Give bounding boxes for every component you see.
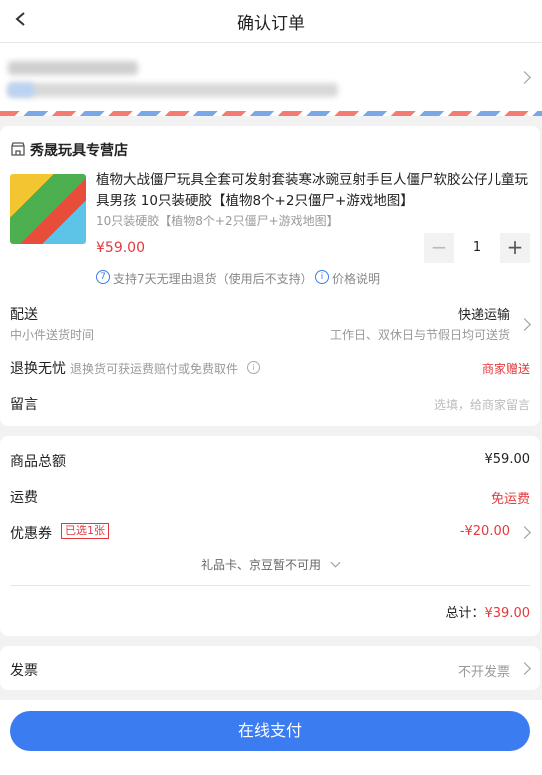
coupon-label: 优惠券 (10, 526, 52, 542)
address-blur-tag (8, 83, 34, 97)
address-blur-name (8, 61, 138, 75)
total-row: 总计：¥39.00 (445, 602, 530, 621)
product-image[interactable] (10, 174, 86, 244)
return-policy-text: 支持7天无理由退货（使用后不支持） (113, 272, 313, 286)
delivery-sub-left: 中小件送货时间 (10, 328, 95, 342)
return-label: 退换无忧 (10, 361, 66, 377)
chevron-right-icon (518, 526, 531, 539)
price-note-link[interactable]: 价格说明 (332, 270, 380, 287)
total-value: ¥39.00 (484, 606, 531, 621)
address-blur-detail (8, 83, 338, 97)
invoice-card[interactable]: 发票 不开发票 (0, 646, 540, 690)
delivery-row[interactable]: 配送 快递运输 中小件送货时间 工作日、双休日与节假日均可送货 (0, 300, 540, 346)
delivery-label: 配送 (10, 307, 38, 323)
top-bar: 确认订单 (0, 0, 542, 43)
quantity-stepper: − 1 + (424, 233, 530, 263)
return-row[interactable]: 退换无忧 退换货可获运费赔付或免费取件 i 商家赠送 (0, 356, 540, 380)
decrease-button[interactable]: − (424, 233, 454, 263)
message-input[interactable]: 选填，给商家留言 (434, 396, 530, 413)
return-desc: 退换货可获运费赔付或免费取件 (70, 362, 239, 376)
chevron-down-icon (330, 557, 341, 568)
goods-total-label: 商品总额 (10, 454, 66, 470)
info-icon: i (247, 361, 260, 374)
message-row[interactable]: 留言 选填，给商家留言 (0, 390, 540, 416)
chevron-right-icon (518, 662, 531, 675)
info-icon: i (315, 270, 329, 284)
giftcard-row[interactable]: 礼品卡、京豆暂不可用 (0, 554, 540, 574)
page-title: 确认订单 (237, 14, 305, 34)
freight-value: 免运费 (490, 492, 530, 507)
coupon-tag: 已选1张 (61, 523, 109, 539)
freight-label: 运费 (10, 490, 38, 506)
goods-total-value: ¥59.00 (484, 452, 531, 467)
shop-name[interactable]: 秀晟玩具专营店 (30, 140, 128, 160)
product-card: 秀晟玩具专营店 植物大战僵尸玩具全套可发射套装寒冰豌豆射手巨人僵尸软胶公仔儿童玩… (0, 126, 540, 426)
return-policy-icon: 7 (96, 270, 110, 284)
invoice-value: 不开发票 (457, 665, 510, 680)
store-icon (11, 142, 25, 156)
delivery-sub-right: 工作日、双休日与节假日均可送货 (329, 328, 510, 342)
coupon-row[interactable]: 优惠券 已选1张 -¥20.00 (0, 520, 540, 544)
product-title[interactable]: 植物大战僵尸玩具全套可发射套装寒冰豌豆射手巨人僵尸软胶公仔儿童玩具男孩 10只装… (96, 170, 532, 212)
increase-button[interactable]: + (500, 233, 530, 263)
pay-button[interactable]: 在线支付 (10, 711, 530, 751)
envelope-stripe (0, 111, 542, 116)
invoice-label: 发票 (10, 663, 38, 679)
message-label: 留言 (10, 397, 38, 413)
giftcard-text: 礼品卡、京豆暂不可用 (200, 558, 321, 572)
return-badge: 商家赠送 (481, 362, 530, 376)
product-spec: 10只装硬胶【植物8个+2只僵尸+游戏地图】 (96, 214, 339, 228)
total-label: 总计： (445, 606, 485, 621)
address-section[interactable] (0, 43, 542, 113)
quantity-value[interactable]: 1 (454, 233, 500, 263)
chevron-right-icon (518, 318, 531, 331)
divider (10, 585, 530, 586)
product-price: ¥59.00 (96, 240, 145, 256)
chevron-right-icon (518, 71, 531, 84)
delivery-method: 快递运输 (457, 308, 510, 323)
coupon-value: -¥20.00 (459, 524, 510, 539)
summary-card: 商品总额 ¥59.00 运费 免运费 优惠券 已选1张 -¥20.00 礼品卡、… (0, 436, 540, 636)
